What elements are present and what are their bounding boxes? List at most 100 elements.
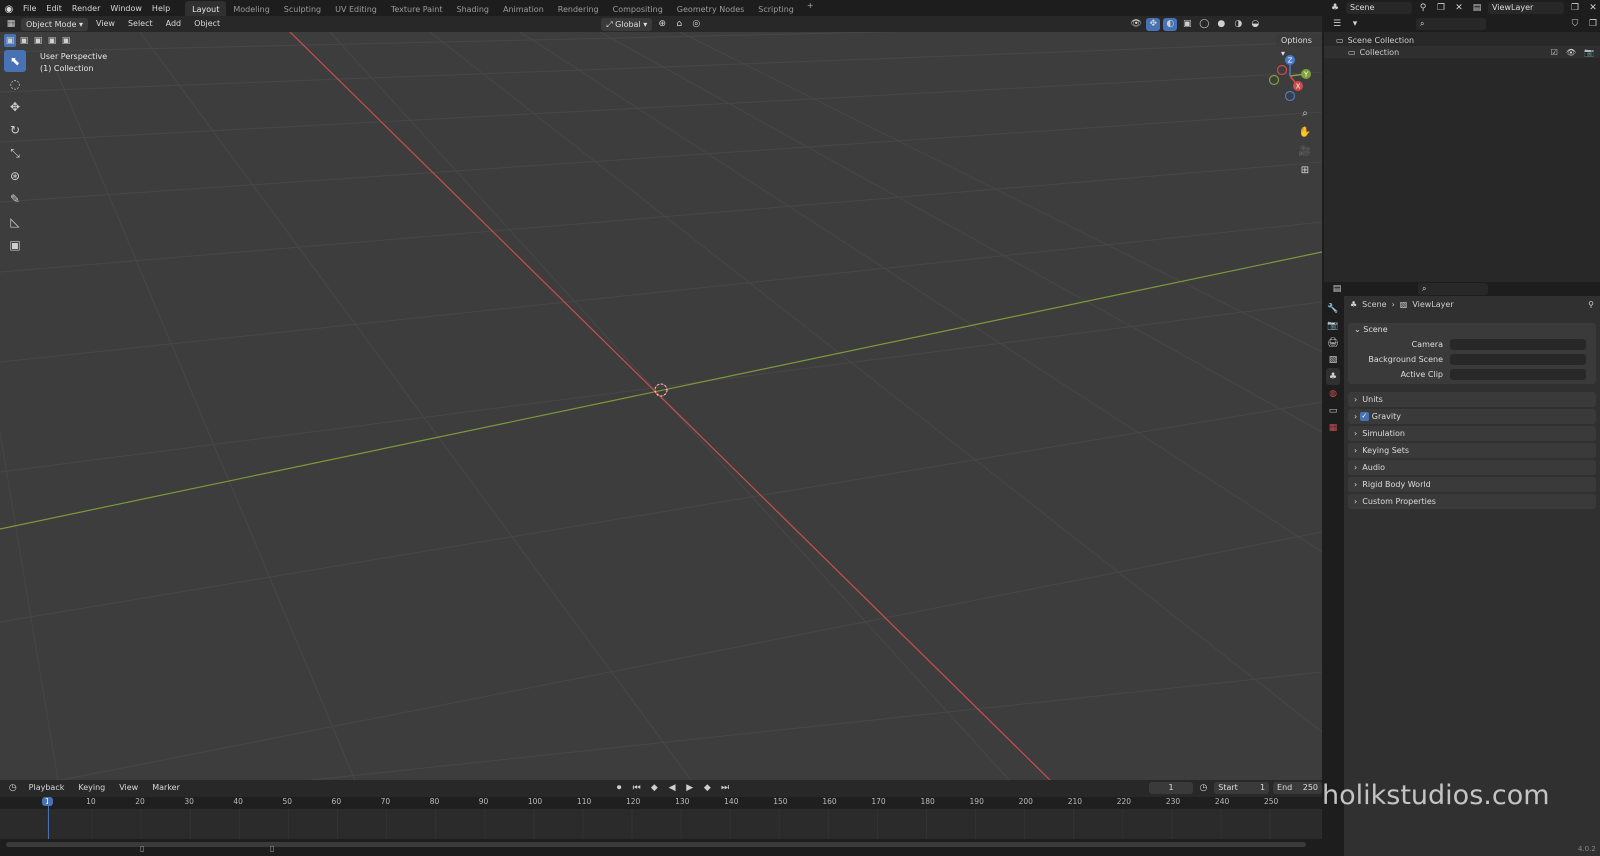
tab-uv-editing[interactable]: UV Editing	[328, 1, 384, 18]
tab-modeling[interactable]: Modeling	[226, 1, 276, 18]
current-frame-field[interactable]: 1	[1149, 782, 1193, 794]
select-box-tool-icon[interactable]: ⬉	[4, 50, 26, 72]
play-icon[interactable]: ▶	[683, 782, 697, 795]
viewlayer-field[interactable]: ViewLayer	[1488, 2, 1564, 14]
frame-ruler[interactable]: 1102030405060708090100110120130140150160…	[0, 797, 1322, 809]
exclude-checkbox-icon[interactable]: ☑	[1551, 48, 1558, 57]
ortho-grid-icon[interactable]: ⊞	[1296, 161, 1314, 179]
rotate-tool-icon[interactable]: ↻	[4, 119, 26, 141]
prev-keyframe-icon[interactable]: ◆	[648, 782, 662, 795]
zoom-icon[interactable]: ⌕	[1296, 104, 1314, 122]
scale-tool-icon[interactable]: ⤡	[4, 142, 26, 164]
jump-start-icon[interactable]: ⏮	[630, 782, 644, 795]
tab-scripting[interactable]: Scripting	[751, 1, 801, 18]
measure-tool-icon[interactable]: ◺	[4, 211, 26, 233]
add-cube-tool-icon[interactable]: ▣	[4, 234, 26, 256]
select-subtract-icon[interactable]: ▣	[32, 34, 44, 47]
move-tool-icon[interactable]: ✥	[4, 96, 26, 118]
end-frame-field[interactable]: End 250	[1273, 782, 1323, 794]
delete-scene-icon[interactable]: ✕	[1452, 2, 1466, 15]
editor-type-icon[interactable]: ▦	[4, 18, 18, 31]
pan-hand-icon[interactable]: ✋	[1296, 123, 1314, 141]
rigid-body-world-panel[interactable]: › Rigid Body World	[1348, 477, 1596, 492]
tab-sculpting[interactable]: Sculpting	[277, 1, 328, 18]
timeline-editor-icon[interactable]: ◷	[6, 782, 20, 795]
scene-icon[interactable]: ♣	[1328, 2, 1342, 15]
material-shading-icon[interactable]: ◑	[1231, 18, 1245, 31]
visibility-icon[interactable]: 👁	[1129, 18, 1143, 31]
options-button[interactable]: Options ▾	[1276, 34, 1322, 58]
3d-viewport[interactable]: User Perspective (1) Collection Options …	[0, 32, 1322, 780]
properties-search-input[interactable]: ⌕	[1418, 283, 1488, 295]
pivot-icon[interactable]: ⊕	[655, 18, 669, 31]
object-mode-dropdown[interactable]: Object Mode ▾	[21, 17, 88, 31]
gizmo-toggle-icon[interactable]: ✥	[1146, 17, 1161, 31]
menu-playback[interactable]: Playback	[24, 780, 70, 796]
display-mode-icon[interactable]: ▾	[1348, 18, 1362, 31]
world-tab-icon[interactable]: ◍	[1326, 385, 1340, 402]
menu-marker[interactable]: Marker	[147, 780, 185, 796]
neg-z-axis-icon[interactable]	[1284, 90, 1296, 102]
custom-properties-panel[interactable]: › Custom Properties	[1348, 494, 1596, 509]
select-invert-icon[interactable]: ▣	[46, 34, 58, 47]
xray-icon[interactable]: ▣	[1180, 18, 1194, 31]
proportional-edit-icon[interactable]: ◎	[689, 18, 703, 31]
tab-rendering[interactable]: Rendering	[551, 1, 606, 18]
neg-x-axis-icon[interactable]	[1276, 64, 1288, 76]
view-layer-tab-icon[interactable]: ▧	[1326, 351, 1340, 368]
add-workspace-button[interactable]: +	[801, 1, 820, 18]
render-camera-icon[interactable]: 📷	[1584, 48, 1594, 57]
scene-panel-header[interactable]: ⌄ Scene	[1354, 325, 1388, 334]
tab-texture-paint[interactable]: Texture Paint	[384, 1, 450, 18]
menu-object[interactable]: Object	[189, 16, 225, 32]
gravity-panel[interactable]: › ✓ Gravity	[1348, 409, 1596, 424]
new-viewlayer-icon[interactable]: ❐	[1568, 2, 1582, 15]
output-tab-icon[interactable]: 🖨	[1326, 334, 1340, 351]
collection-tab-icon[interactable]: ▭	[1326, 402, 1340, 419]
new-collection-icon[interactable]: ❐	[1586, 18, 1600, 31]
new-scene-icon[interactable]: ❐	[1434, 2, 1448, 15]
texture-tab-icon[interactable]: ▦	[1326, 419, 1340, 436]
solid-shading-icon[interactable]: ●	[1214, 18, 1228, 31]
cursor-tool-icon[interactable]: ◌	[4, 73, 26, 95]
transform-tool-icon[interactable]: ⊛	[4, 165, 26, 187]
outliner-editor-icon[interactable]: ☰	[1330, 18, 1344, 31]
keyframe-track[interactable]	[0, 809, 1322, 839]
tab-layout[interactable]: Layout	[185, 0, 227, 18]
outliner-row-scene-collection[interactable]: ▭ Scene Collection	[1324, 34, 1600, 46]
tool-tab-icon[interactable]: 🔧	[1326, 300, 1340, 317]
menu-keying[interactable]: Keying	[73, 780, 110, 796]
scene-tab-icon[interactable]: ♣	[1326, 368, 1340, 385]
select-intersect-icon[interactable]: ▣	[60, 34, 72, 47]
outliner-row-collection[interactable]: ▭ Collection ☑ 👁 📷	[1324, 46, 1600, 58]
rendered-shading-icon[interactable]: ◒	[1248, 18, 1262, 31]
menu-add[interactable]: Add	[161, 16, 187, 32]
simulation-panel[interactable]: › Simulation	[1348, 426, 1596, 441]
clock-icon[interactable]: ◷	[1197, 782, 1211, 795]
audio-panel[interactable]: › Audio	[1348, 460, 1596, 475]
neg-y-axis-icon[interactable]	[1268, 74, 1280, 86]
render-tab-icon[interactable]: 📷	[1326, 317, 1340, 334]
tab-animation[interactable]: Animation	[496, 1, 551, 18]
next-keyframe-icon[interactable]: ◆	[701, 782, 715, 795]
menu-view[interactable]: View	[91, 16, 120, 32]
snap-icon[interactable]: ⌂	[672, 18, 686, 31]
record-icon[interactable]: ⏺	[612, 782, 626, 795]
viewlayer-icon[interactable]: ▤	[1470, 2, 1484, 15]
camera-field[interactable]	[1450, 339, 1586, 350]
select-new-icon[interactable]: ▣	[4, 34, 16, 47]
annotate-tool-icon[interactable]: ✎	[4, 188, 26, 210]
units-panel[interactable]: › Units	[1348, 392, 1596, 407]
navigation-gizmo[interactable]: Z Y X	[1268, 54, 1318, 104]
wireframe-shading-icon[interactable]: ◯	[1197, 18, 1211, 31]
overlay-toggle-icon[interactable]: ◐	[1163, 17, 1178, 31]
delete-viewlayer-icon[interactable]: ✕	[1586, 2, 1600, 15]
keying-sets-panel[interactable]: › Keying Sets	[1348, 443, 1596, 458]
pin-icon[interactable]: ⚲	[1588, 300, 1594, 309]
gravity-checkbox[interactable]: ✓	[1359, 412, 1369, 421]
tab-shading[interactable]: Shading	[449, 1, 496, 18]
play-reverse-icon[interactable]: ◀	[665, 782, 679, 795]
camera-view-icon[interactable]: 🎥	[1296, 142, 1314, 160]
outliner-search-input[interactable]: ⌕	[1416, 18, 1486, 30]
start-frame-field[interactable]: Start 1	[1214, 782, 1270, 794]
